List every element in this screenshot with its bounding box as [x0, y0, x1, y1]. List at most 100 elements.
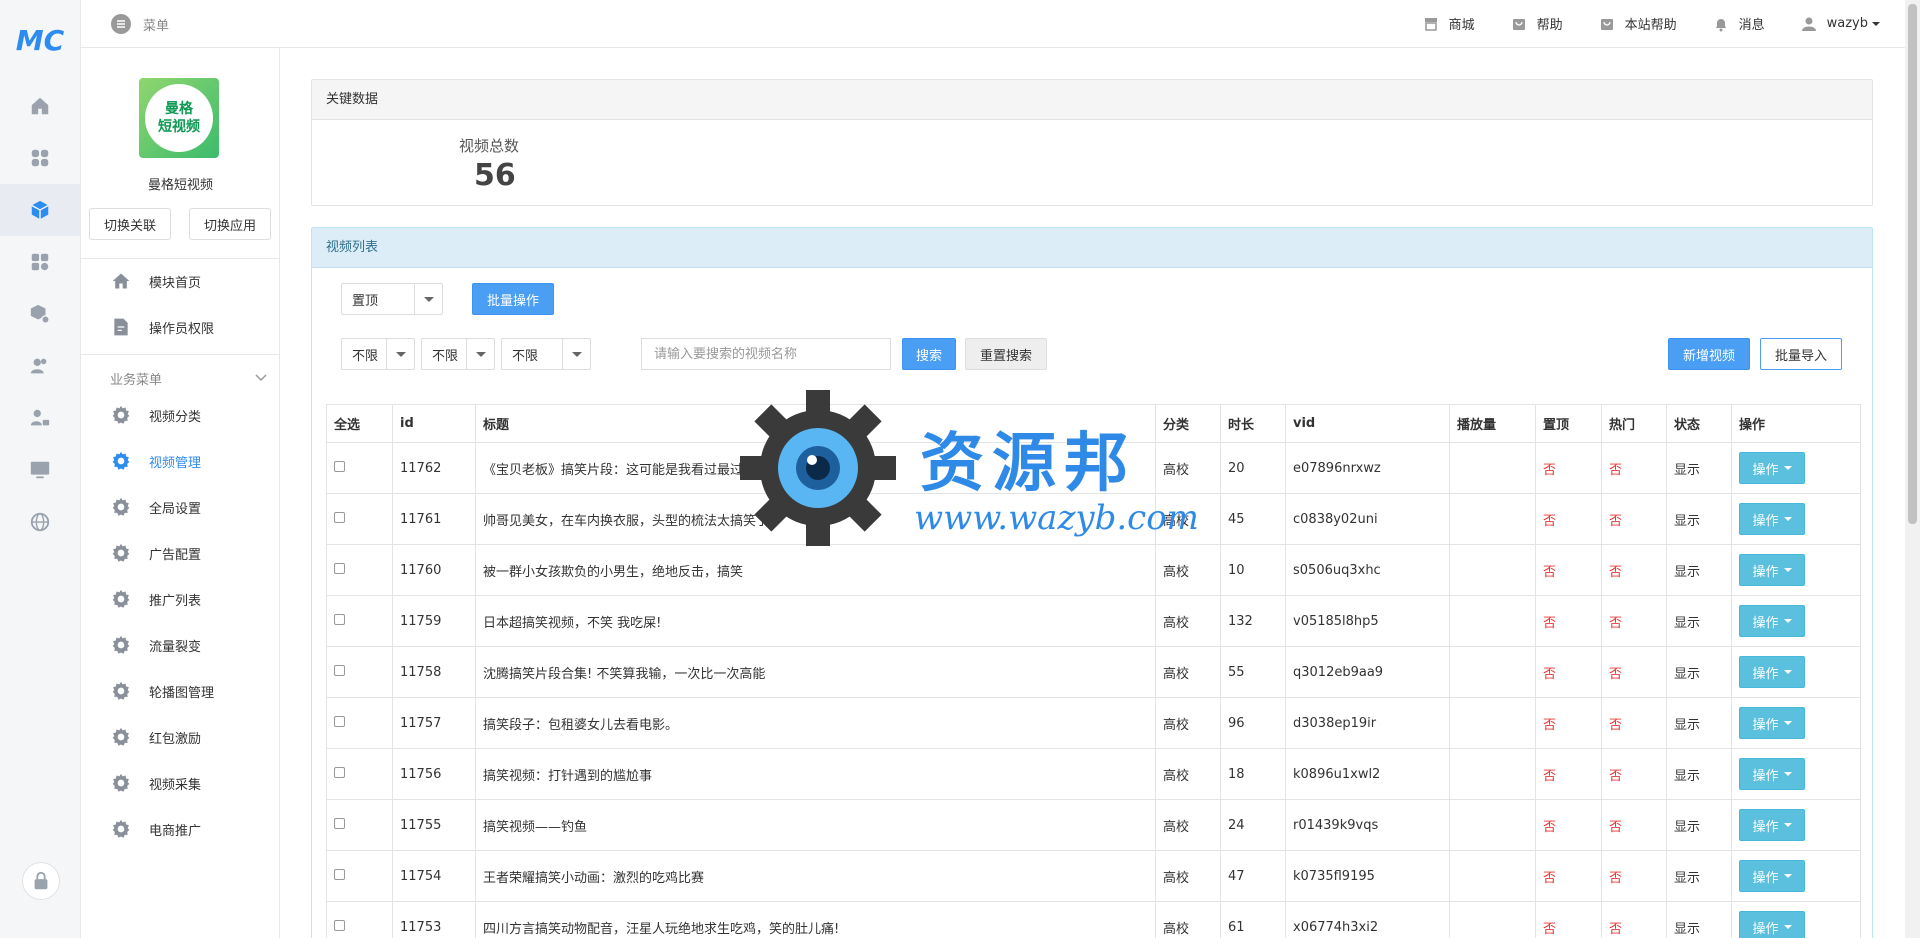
- cell-top[interactable]: 否: [1535, 799, 1602, 851]
- reset-search-button[interactable]: 重置搜索: [965, 338, 1047, 370]
- table-row: 11761 帅哥见美女，在车内换衣服，头型的梳法太搞笑了! 高校 45 c0838y02…: [326, 493, 1861, 545]
- rail-lock[interactable]: [22, 862, 60, 900]
- rail-monitor[interactable]: [0, 444, 80, 496]
- sidebar-item-business-8[interactable]: 视频采集: [81, 761, 280, 805]
- search-input[interactable]: [641, 338, 891, 370]
- cell-status: 显示: [1666, 901, 1732, 938]
- cell-top[interactable]: 否: [1535, 697, 1602, 749]
- rail-globe[interactable]: [0, 496, 80, 548]
- batch-import-button[interactable]: 批量导入: [1760, 338, 1842, 370]
- row-action-button[interactable]: 操作: [1739, 860, 1805, 892]
- row-select-cell: [326, 850, 393, 902]
- row-select-cell: [326, 442, 393, 494]
- sidebar-item-business-9[interactable]: 电商推广: [81, 807, 280, 851]
- row-checkbox[interactable]: [334, 868, 345, 880]
- chevron-down-icon: [562, 339, 590, 369]
- row-action-button[interactable]: 操作: [1739, 911, 1805, 938]
- row-action-button[interactable]: 操作: [1739, 809, 1805, 841]
- page-scrollbar[interactable]: [1905, 0, 1920, 938]
- switch-app-button[interactable]: 切换应用: [189, 208, 271, 240]
- sidebar-item-business-5[interactable]: 流量裂变: [81, 623, 280, 667]
- sidebar-item-business-1[interactable]: 视频管理: [81, 439, 280, 483]
- cell-duration: 132: [1220, 595, 1286, 647]
- batch-action-select[interactable]: 置顶: [341, 283, 443, 315]
- business-menu-group[interactable]: 业务菜单: [81, 358, 280, 398]
- rail-apps[interactable]: [0, 132, 80, 184]
- rail-modules[interactable]: [0, 236, 80, 288]
- row-checkbox[interactable]: [334, 919, 345, 931]
- row-action-button[interactable]: 操作: [1739, 554, 1805, 586]
- cell-hot[interactable]: 否: [1601, 595, 1667, 647]
- row-action-button[interactable]: 操作: [1739, 758, 1805, 790]
- row-checkbox[interactable]: [334, 613, 345, 625]
- sidebar-item-business-0[interactable]: 视频分类: [81, 393, 280, 437]
- mc-logo[interactable]: MC: [0, 0, 80, 80]
- sidebar-item-business-4[interactable]: 推广列表: [81, 577, 280, 621]
- main-content: 关键数据 视频总数 56 视频列表 置顶 批量操作 不限 不限 不限 搜索 重置…: [311, 79, 1873, 938]
- cell-hot[interactable]: 否: [1601, 697, 1667, 749]
- sidebar-item-operator-permissions[interactable]: 操作员权限: [81, 305, 280, 349]
- sidebar-item-business-3[interactable]: 广告配置: [81, 531, 280, 575]
- row-checkbox[interactable]: [334, 766, 345, 778]
- cell-top[interactable]: 否: [1535, 646, 1602, 698]
- rail-package[interactable]: [0, 288, 80, 340]
- cell-hot[interactable]: 否: [1601, 646, 1667, 698]
- row-action-button[interactable]: 操作: [1739, 503, 1805, 535]
- menu-toggle[interactable]: 菜单: [111, 14, 169, 34]
- users-icon: [30, 358, 47, 374]
- switch-link-button[interactable]: 切换关联: [89, 208, 171, 240]
- cell-hot[interactable]: 否: [1601, 799, 1667, 851]
- cell-top[interactable]: 否: [1535, 544, 1602, 596]
- filter-select-3[interactable]: 不限: [501, 338, 591, 370]
- row-action-button[interactable]: 操作: [1739, 656, 1805, 688]
- row-action-button[interactable]: 操作: [1739, 452, 1805, 484]
- top-link-site-help[interactable]: 本站帮助: [1599, 14, 1677, 33]
- module-sidebar: 曼格 短视频 曼格短视频 切换关联 切换应用 模块首页 操作员权限 业务菜单 视频…: [81, 48, 280, 938]
- cell-hot[interactable]: 否: [1601, 850, 1667, 902]
- cell-hot[interactable]: 否: [1601, 748, 1667, 800]
- row-checkbox[interactable]: [334, 817, 345, 829]
- row-checkbox[interactable]: [334, 511, 345, 523]
- chevron-down-icon: [386, 339, 414, 369]
- sidebar-item-module-home[interactable]: 模块首页: [81, 259, 280, 303]
- cell-top[interactable]: 否: [1535, 493, 1602, 545]
- top-link-messages[interactable]: 消息: [1713, 14, 1765, 33]
- search-button[interactable]: 搜索: [902, 338, 956, 370]
- user-menu[interactable]: wazyb: [1801, 16, 1880, 32]
- cell-duration: 55: [1220, 646, 1286, 698]
- rail-user-lock[interactable]: [0, 392, 80, 444]
- filter-select-1[interactable]: 不限: [341, 338, 415, 370]
- row-checkbox[interactable]: [334, 562, 345, 574]
- sidebar-item-business-7[interactable]: 红包激励: [81, 715, 280, 759]
- rail-users[interactable]: [0, 340, 80, 392]
- cell-top[interactable]: 否: [1535, 850, 1602, 902]
- column-header: id: [392, 404, 476, 443]
- row-action-button[interactable]: 操作: [1739, 605, 1805, 637]
- cell-hot[interactable]: 否: [1601, 442, 1667, 494]
- rail-cube[interactable]: [0, 184, 80, 236]
- add-video-button[interactable]: 新增视频: [1668, 338, 1750, 370]
- cell-top[interactable]: 否: [1535, 901, 1602, 938]
- sidebar-item-business-2[interactable]: 全局设置: [81, 485, 280, 529]
- column-header[interactable]: 全选: [326, 404, 393, 443]
- cell-hot[interactable]: 否: [1601, 544, 1667, 596]
- rail-home[interactable]: [0, 80, 80, 132]
- cell-hot[interactable]: 否: [1601, 493, 1667, 545]
- row-checkbox[interactable]: [334, 460, 345, 472]
- cell-top[interactable]: 否: [1535, 748, 1602, 800]
- chevron-down-icon: [1783, 823, 1792, 827]
- row-action-label: 操作: [1752, 819, 1779, 835]
- sidebar-item-business-6[interactable]: 轮播图管理: [81, 669, 280, 713]
- row-checkbox[interactable]: [334, 715, 345, 727]
- cell-hot[interactable]: 否: [1601, 901, 1667, 938]
- filter-select-2[interactable]: 不限: [421, 338, 495, 370]
- top-link-shop[interactable]: 商城: [1423, 14, 1475, 33]
- cell-duration: 47: [1220, 850, 1286, 902]
- top-link-help[interactable]: 帮助: [1511, 14, 1563, 33]
- cell-top[interactable]: 否: [1535, 442, 1602, 494]
- batch-operate-button[interactable]: 批量操作: [472, 283, 554, 315]
- scrollbar-thumb[interactable]: [1908, 4, 1917, 524]
- cell-top[interactable]: 否: [1535, 595, 1602, 647]
- row-action-button[interactable]: 操作: [1739, 707, 1805, 739]
- row-checkbox[interactable]: [334, 664, 345, 676]
